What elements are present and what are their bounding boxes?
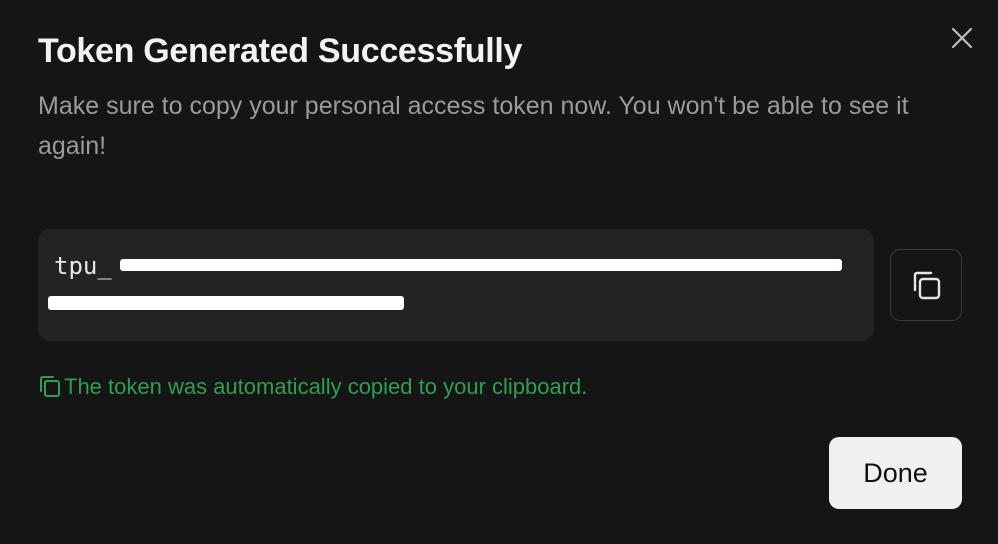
done-button[interactable]: Done — [829, 437, 962, 509]
copied-icon — [40, 376, 60, 397]
copied-message: The token was automatically copied to yo… — [64, 374, 588, 399]
close-button[interactable] — [946, 22, 978, 54]
token-dialog: Token Generated Successfully Make sure t… — [0, 0, 998, 544]
token-prefix: tpu_ — [54, 252, 112, 280]
copy-token-button[interactable] — [890, 249, 962, 321]
dialog-description: Make sure to copy your personal access t… — [38, 92, 909, 160]
copied-status: The token was automatically copied to yo… — [38, 374, 587, 400]
close-icon — [951, 27, 973, 49]
dialog-title: Token Generated Successfully — [38, 32, 523, 70]
copy-icon — [913, 271, 941, 300]
token-redaction-line-1 — [120, 259, 842, 271]
token-field[interactable]: tpu_ — [38, 229, 874, 341]
token-redaction-line-2 — [48, 296, 404, 310]
